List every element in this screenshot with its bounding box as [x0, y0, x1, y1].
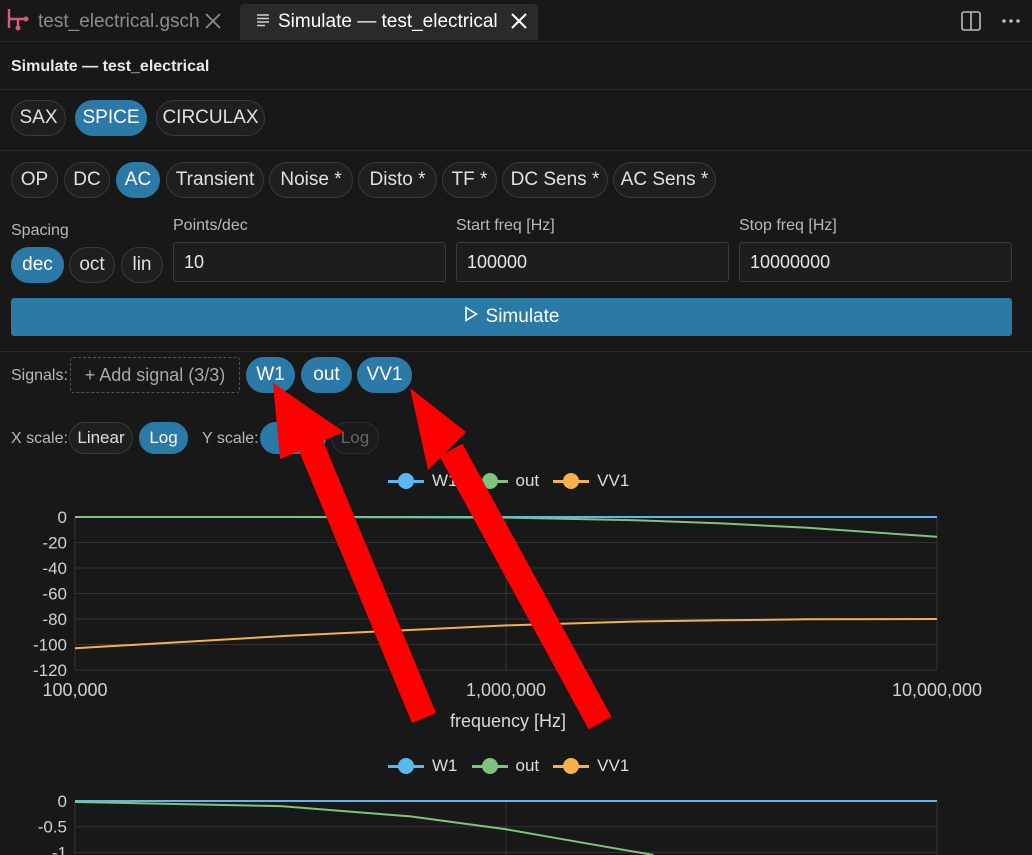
x-scale-linear-button[interactable]: Linear	[69, 422, 133, 454]
y-scale-linear-button[interactable]: Li	[260, 422, 326, 454]
tab-simulate[interactable]: Simulate — test_electrical	[240, 4, 538, 40]
analysis-ac-sens-button[interactable]: AC Sens *	[613, 162, 716, 198]
x-axis-label: frequency [Hz]	[450, 711, 566, 731]
y-tick-label: -60	[42, 585, 67, 604]
legend-marker	[471, 473, 508, 489]
y-tick-label: -120	[33, 661, 67, 680]
legend-item-w1[interactable]: W1	[388, 756, 458, 776]
legend-label: W1	[432, 756, 458, 775]
x-scale-log-button[interactable]: Log	[139, 422, 188, 454]
magnitude-chart: frequency [Hz] 0 -20 -40 -60 -80 -100 -120100,…	[33, 508, 982, 731]
divider	[0, 89, 1032, 90]
analysis-ac-button[interactable]: AC	[116, 162, 160, 198]
y-tick-label: -80	[42, 610, 67, 629]
legend-label: out	[515, 756, 540, 775]
spacing-oct-button[interactable]: oct	[69, 247, 115, 283]
chart2-legend: W1 out VV1	[388, 756, 643, 776]
y-tick-label: 0	[58, 508, 67, 527]
play-icon	[464, 306, 478, 328]
second-chart: 0 -0.5 -1	[38, 792, 938, 855]
legend-item-out[interactable]: out	[471, 471, 540, 491]
analysis-transient-button[interactable]: Transient	[166, 162, 264, 198]
legend-item-w1[interactable]: W1	[388, 471, 458, 491]
lines-icon	[256, 11, 270, 33]
legend-label: VV1	[597, 756, 630, 775]
tab-label: Simulate — test_electrical	[278, 11, 498, 32]
stop-freq-label: Stop freq [Hz]	[739, 217, 837, 234]
panel-title: Simulate — test_electrical	[11, 58, 210, 75]
backend-spice-button[interactable]: SPICE	[75, 100, 147, 136]
x-tick-label: 10,000,000	[892, 680, 982, 700]
legend-marker	[553, 473, 590, 489]
legend-item-vv1[interactable]: VV1	[553, 756, 629, 776]
chart1-legend: W1 out VV1	[388, 471, 643, 491]
signal-chip-out[interactable]: out	[301, 357, 352, 393]
start-freq-label: Start freq [Hz]	[456, 217, 555, 234]
signal-chip-vv1[interactable]: VV1	[357, 357, 412, 393]
x-tick-label: 1,000,000	[466, 680, 546, 700]
backend-circulax-button[interactable]: CIRCULAX	[156, 100, 265, 136]
y-scale-log-button[interactable]: Log	[331, 422, 379, 454]
close-tab-icon[interactable]	[202, 10, 224, 32]
analysis-dc-button[interactable]: DC	[64, 162, 110, 198]
y-scale-label: Y scale:	[202, 430, 259, 447]
signals-label: Signals:	[11, 367, 68, 384]
split-editor-icon[interactable]	[960, 10, 982, 37]
points-per-dec-label: Points/dec	[173, 217, 248, 234]
editor-actions	[960, 10, 1022, 37]
signal-chip-w1[interactable]: W1	[246, 357, 295, 393]
legend-label: W1	[432, 471, 458, 490]
legend-marker	[388, 473, 424, 489]
stop-freq-input[interactable]	[739, 242, 1012, 282]
spacing-lin-button[interactable]: lin	[121, 247, 163, 283]
divider	[0, 351, 1032, 352]
points-per-dec-input[interactable]	[173, 242, 446, 282]
legend-marker	[553, 758, 590, 774]
analysis-tf-button[interactable]: TF *	[442, 162, 497, 198]
start-freq-input[interactable]	[456, 242, 729, 282]
spacing-label: Spacing	[11, 222, 69, 239]
simulate-button[interactable]: Simulate	[11, 298, 1012, 336]
analysis-noise-button[interactable]: Noise *	[269, 162, 353, 198]
legend-label: VV1	[597, 471, 630, 490]
y-tick-label: -0.5	[38, 818, 67, 837]
x-tick-label: 100,000	[42, 680, 107, 700]
tab-test-electrical-gsch[interactable]: test_electrical.gsch	[0, 4, 232, 40]
analysis-dc-sens-button[interactable]: DC Sens *	[502, 162, 608, 198]
legend-label: out	[515, 471, 540, 490]
more-actions-icon[interactable]	[1000, 10, 1022, 37]
x-scale-label: X scale:	[11, 430, 68, 447]
tab-label: test_electrical.gsch	[38, 11, 200, 32]
y-tick-label: -100	[33, 636, 67, 655]
legend-item-vv1[interactable]: VV1	[553, 471, 629, 491]
y-tick-label: 0	[58, 792, 67, 811]
simulate-label: Simulate	[485, 306, 560, 327]
backend-sax-button[interactable]: SAX	[11, 100, 66, 136]
y-tick-label: -1	[52, 843, 67, 855]
y-tick-label: -40	[42, 559, 67, 578]
legend-marker	[388, 758, 424, 774]
legend-item-out[interactable]: out	[471, 756, 540, 776]
analysis-disto-button[interactable]: Disto *	[358, 162, 437, 198]
spacing-dec-button[interactable]: dec	[11, 247, 64, 283]
legend-marker	[471, 758, 508, 774]
analysis-op-button[interactable]: OP	[11, 162, 58, 198]
close-tab-icon[interactable]	[508, 10, 530, 32]
schematic-file-icon	[4, 6, 30, 38]
y-tick-label: -20	[42, 534, 67, 553]
editor-tab-bar: test_electrical.gsch Simulate — test_ele…	[0, 0, 1032, 42]
divider	[0, 150, 1032, 151]
add-signal-button[interactable]: + Add signal (3/3)	[70, 357, 240, 393]
series-line-out	[74, 801, 654, 855]
